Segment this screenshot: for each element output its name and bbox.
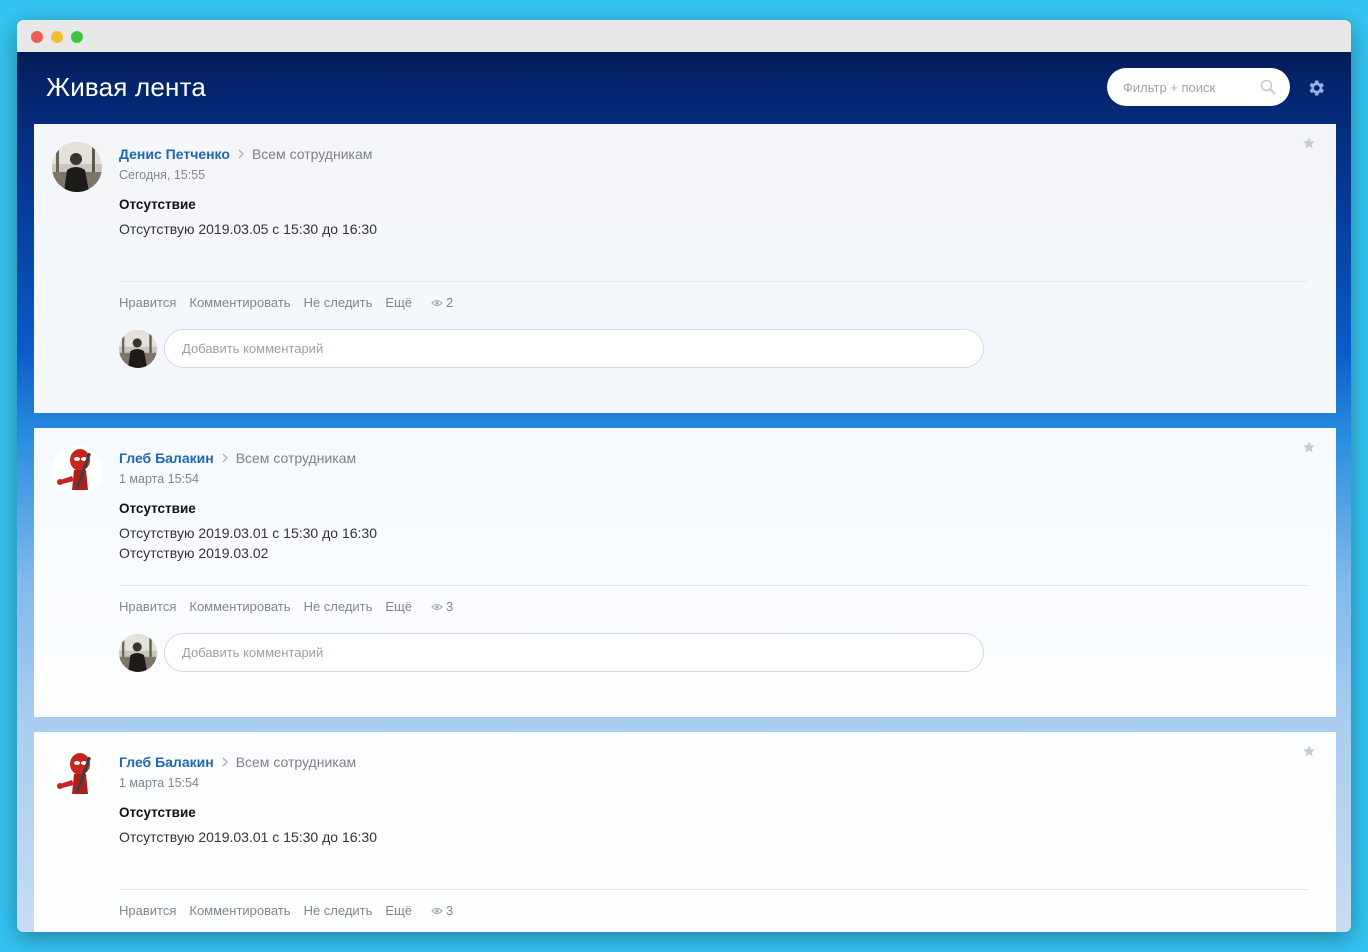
page-title: Живая лента — [46, 72, 207, 102]
views-counter: 2 — [431, 295, 453, 310]
post-date[interactable]: 1 марта 15:54 — [119, 776, 199, 790]
search-input[interactable] — [1121, 78, 1255, 96]
post-actions: Нравится Комментировать Не следить Ещё 3 — [119, 903, 453, 918]
divider — [119, 281, 1308, 282]
post-date[interactable]: Сегодня, 15:55 — [119, 168, 205, 182]
post-body: Отсутствую 2019.03.05 с 15:30 до 16:30 — [119, 219, 377, 239]
avatar[interactable] — [52, 750, 102, 800]
author-link[interactable]: Денис Петченко — [119, 146, 230, 162]
comment-input[interactable] — [164, 329, 984, 368]
post-title: Отсутствие — [119, 197, 196, 212]
unfollow-button[interactable]: Не следить — [304, 599, 373, 614]
like-button[interactable]: Нравится — [119, 295, 176, 310]
comment-row — [119, 329, 984, 368]
eye-icon — [431, 603, 443, 610]
star-icon[interactable] — [1302, 440, 1316, 454]
comment-button[interactable]: Комментировать — [189, 295, 290, 310]
post-actions: Нравится Комментировать Не следить Ещё 3 — [119, 599, 453, 614]
post-date[interactable]: 1 марта 15:54 — [119, 472, 199, 486]
gear-icon[interactable] — [1306, 78, 1326, 98]
browser-window: Живая лента Фильтр + поиск Денис Петченк… — [17, 20, 1351, 932]
divider — [119, 889, 1308, 890]
like-button[interactable]: Нравится — [119, 903, 176, 918]
chevron-right-icon — [222, 453, 228, 463]
current-user-avatar — [119, 329, 157, 368]
unfollow-button[interactable]: Не следить — [304, 903, 373, 918]
views-counter: 3 — [431, 599, 453, 614]
star-icon[interactable] — [1302, 136, 1316, 150]
feed-post: Глеб Балакин Всем сотрудникам 1 марта 15:… — [34, 732, 1336, 932]
avatar[interactable] — [52, 446, 102, 496]
post-body: Отсутствую 2019.03.01 с 15:30 до 16:30 — [119, 827, 377, 847]
more-button[interactable]: Ещё — [385, 903, 412, 918]
post-line: Отсутствую 2019.03.01 с 15:30 до 16:30 — [119, 829, 377, 845]
post-line: Отсутствую 2019.03.01 с 15:30 до 16:30 — [119, 525, 377, 541]
comment-input[interactable] — [164, 633, 984, 672]
close-window-button[interactable] — [31, 31, 43, 43]
chevron-right-icon — [222, 757, 228, 767]
author-link[interactable]: Глеб Балакин — [119, 450, 214, 466]
avatar[interactable] — [52, 142, 102, 192]
views-count: 3 — [446, 903, 454, 918]
views-count: 3 — [446, 599, 454, 614]
like-button[interactable]: Нравится — [119, 599, 176, 614]
minimize-window-button[interactable] — [51, 31, 63, 43]
post-line: Отсутствую 2019.03.02 — [119, 545, 269, 561]
live-feed: Денис Петченко Всем сотрудникам Сегодня, … — [34, 124, 1336, 932]
post-header: Глеб Балакин Всем сотрудникам — [119, 754, 356, 770]
window-titlebar — [17, 20, 1351, 52]
eye-icon — [431, 299, 443, 306]
page-header: Живая лента — [17, 52, 1351, 124]
feed-post: Глеб Балакин Всем сотрудникам 1 марта 15:… — [34, 428, 1336, 717]
divider — [119, 585, 1308, 586]
search-box[interactable] — [1107, 68, 1290, 106]
post-destination[interactable]: Всем сотрудникам — [236, 450, 356, 466]
post-actions: Нравится Комментировать Не следить Ещё 2 — [119, 295, 453, 310]
post-destination[interactable]: Всем сотрудникам — [236, 754, 356, 770]
more-button[interactable]: Ещё — [385, 295, 412, 310]
search-icon[interactable] — [1260, 79, 1276, 95]
post-body: Отсутствую 2019.03.01 с 15:30 до 16:30 О… — [119, 523, 377, 563]
chevron-right-icon — [238, 149, 244, 159]
maximize-window-button[interactable] — [71, 31, 83, 43]
post-line: Отсутствую 2019.03.05 с 15:30 до 16:30 — [119, 221, 377, 237]
star-icon[interactable] — [1302, 744, 1316, 758]
unfollow-button[interactable]: Не следить — [304, 295, 373, 310]
views-counter: 3 — [431, 903, 453, 918]
comment-button[interactable]: Комментировать — [189, 903, 290, 918]
post-destination[interactable]: Всем сотрудникам — [252, 146, 372, 162]
views-count: 2 — [446, 295, 454, 310]
post-title: Отсутствие — [119, 501, 196, 516]
comment-button[interactable]: Комментировать — [189, 599, 290, 614]
current-user-avatar — [119, 633, 157, 672]
eye-icon — [431, 907, 443, 914]
post-title: Отсутствие — [119, 805, 196, 820]
feed-post: Денис Петченко Всем сотрудникам Сегодня, … — [34, 124, 1336, 413]
post-header: Глеб Балакин Всем сотрудникам — [119, 450, 356, 466]
post-header: Денис Петченко Всем сотрудникам — [119, 146, 372, 162]
more-button[interactable]: Ещё — [385, 599, 412, 614]
comment-row — [119, 633, 984, 672]
author-link[interactable]: Глеб Балакин — [119, 754, 214, 770]
